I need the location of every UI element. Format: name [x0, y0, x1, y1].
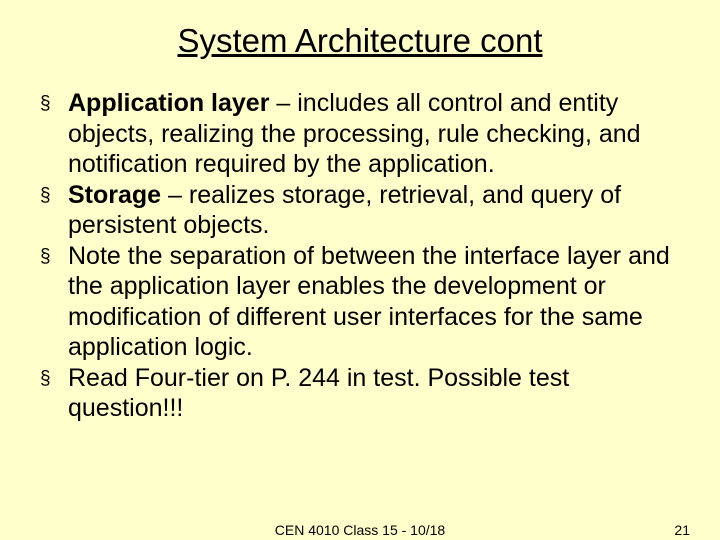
slide-content: § Application layer – includes all contr… [0, 88, 720, 424]
list-item: § Read Four-tier on P. 244 in test. Poss… [40, 363, 682, 424]
bullet-rest: Read Four-tier on P. 244 in test. Possib… [68, 364, 569, 423]
list-item: § Note the separation of between the int… [40, 241, 682, 363]
bullet-icon: § [40, 363, 68, 390]
list-item: § Application layer – includes all contr… [40, 88, 682, 180]
list-item: § Storage – realizes storage, retrieval,… [40, 180, 682, 241]
bullet-icon: § [40, 180, 68, 207]
bullet-text: Application layer – includes all control… [68, 88, 682, 180]
bullet-lead: Storage [68, 181, 161, 209]
footer-center-text: CEN 4010 Class 15 - 10/18 [275, 522, 445, 538]
bullet-lead: Application layer [68, 89, 269, 117]
bullet-rest: Note the separation of between the inter… [68, 242, 670, 362]
slide-title: System Architecture cont [0, 0, 720, 88]
footer-page-number: 21 [674, 522, 690, 538]
bullet-icon: § [40, 241, 68, 268]
bullet-text: Note the separation of between the inter… [68, 241, 682, 363]
bullet-text: Storage – realizes storage, retrieval, a… [68, 180, 682, 241]
bullet-text: Read Four-tier on P. 244 in test. Possib… [68, 363, 682, 424]
bullet-icon: § [40, 88, 68, 115]
